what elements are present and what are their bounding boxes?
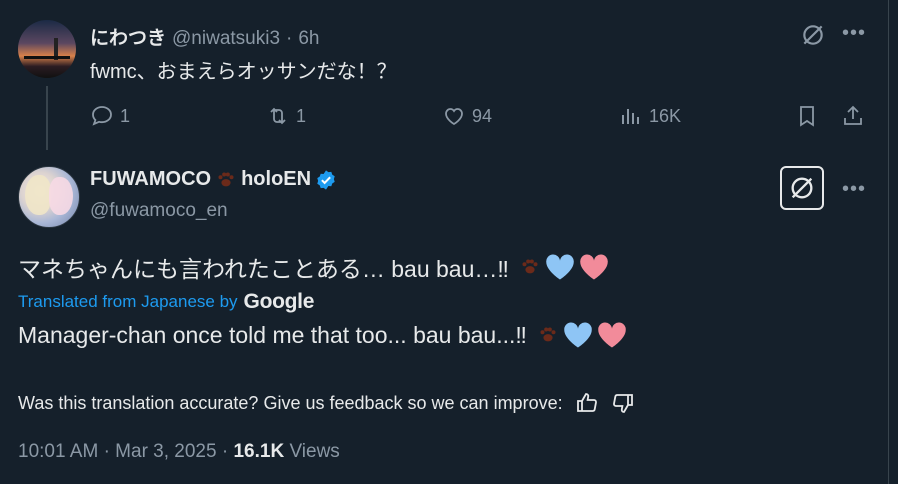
feedback-prompt: Was this translation accurate? Give us f… [18,392,563,413]
reply-icon [92,106,112,126]
reply-header: にわつき @niwatsuki3 · 6h [90,23,319,50]
pink-heart-icon [580,254,608,280]
repost-icon [270,107,286,125]
google-logo: Google [243,290,315,313]
more-icon[interactable]: ••• [842,178,866,201]
bookmark-icon [800,106,814,127]
reply-button[interactable]: 1 [90,102,130,130]
paw-icon [522,259,538,274]
action-bar: 1 1 94 16K [0,102,888,130]
views-button[interactable]: 16K [619,102,681,130]
original-text: マネちゃんにも言われたことある… bau bau…‼ [18,256,509,282]
thumbs-up-icon[interactable] [575,391,599,415]
views-count: 16K [649,105,682,126]
date[interactable]: Mar 3, 2025 [115,441,216,462]
reply-tweet[interactable]: にわつき @niwatsuki3 · 6h ••• fwmc、おまえらオッサンだ… [0,0,888,150]
timeline-border [888,0,889,484]
handle[interactable]: @niwatsuki3 [172,28,280,50]
like-button[interactable]: 94 [442,102,492,130]
tweet-metadata: 10:01 AM · Mar 3, 2025 · 16.1K Views [18,441,340,463]
like-icon [445,108,463,126]
views-icon [622,109,639,124]
separator: · [221,441,229,462]
translation-feedback: Was this translation accurate? Give us f… [18,391,635,415]
timestamp[interactable]: 10:01 AM [18,441,98,462]
grok-icon [791,177,813,199]
translated-label: Translated from Japanese by [18,292,238,311]
avatar[interactable] [18,20,76,78]
reply-count: 1 [120,105,131,126]
repost-count: 1 [296,105,307,126]
blue-heart-icon [564,322,592,348]
separator: · [103,441,110,462]
translation-attribution[interactable]: Translated from Japanese by Google [18,290,314,314]
display-name[interactable]: にわつき [90,23,166,50]
bookmark-button[interactable] [795,102,819,130]
display-name-text: FUWAMOCO [90,168,212,190]
translated-text-body: Manager-chan once told me that too... ba… [18,321,527,348]
more-icon[interactable]: ••• [842,22,866,45]
display-name[interactable]: FUWAMOCO holoEN [90,168,337,191]
timestamp[interactable]: 6h [298,28,319,50]
pink-heart-icon [598,322,626,348]
grok-icon[interactable] [800,22,826,53]
blue-heart-icon [546,254,574,280]
separator: · [286,28,293,49]
paw-icon [218,171,234,186]
repost-button[interactable]: 1 [266,102,306,130]
share-icon [844,105,862,125]
tweet-text: fwmc、おまえらオッサンだな！？ [90,61,397,83]
views-label: Views [289,441,340,462]
paw-icon [540,327,556,342]
handle[interactable]: @fuwamoco_en [90,200,228,222]
display-name-suffix: holoEN [241,168,312,190]
views-count: 16.1K [233,441,285,462]
like-count: 94 [472,105,493,126]
grok-button[interactable] [780,166,824,210]
avatar[interactable] [18,166,80,228]
thumbs-down-icon[interactable] [611,391,635,415]
tweet-text: マネちゃんにも言われたことある… bau bau…‼ [18,250,609,284]
translated-text: Manager-chan once told me that too... ba… [18,321,627,349]
verified-icon [317,169,335,190]
share-button[interactable] [841,102,865,130]
